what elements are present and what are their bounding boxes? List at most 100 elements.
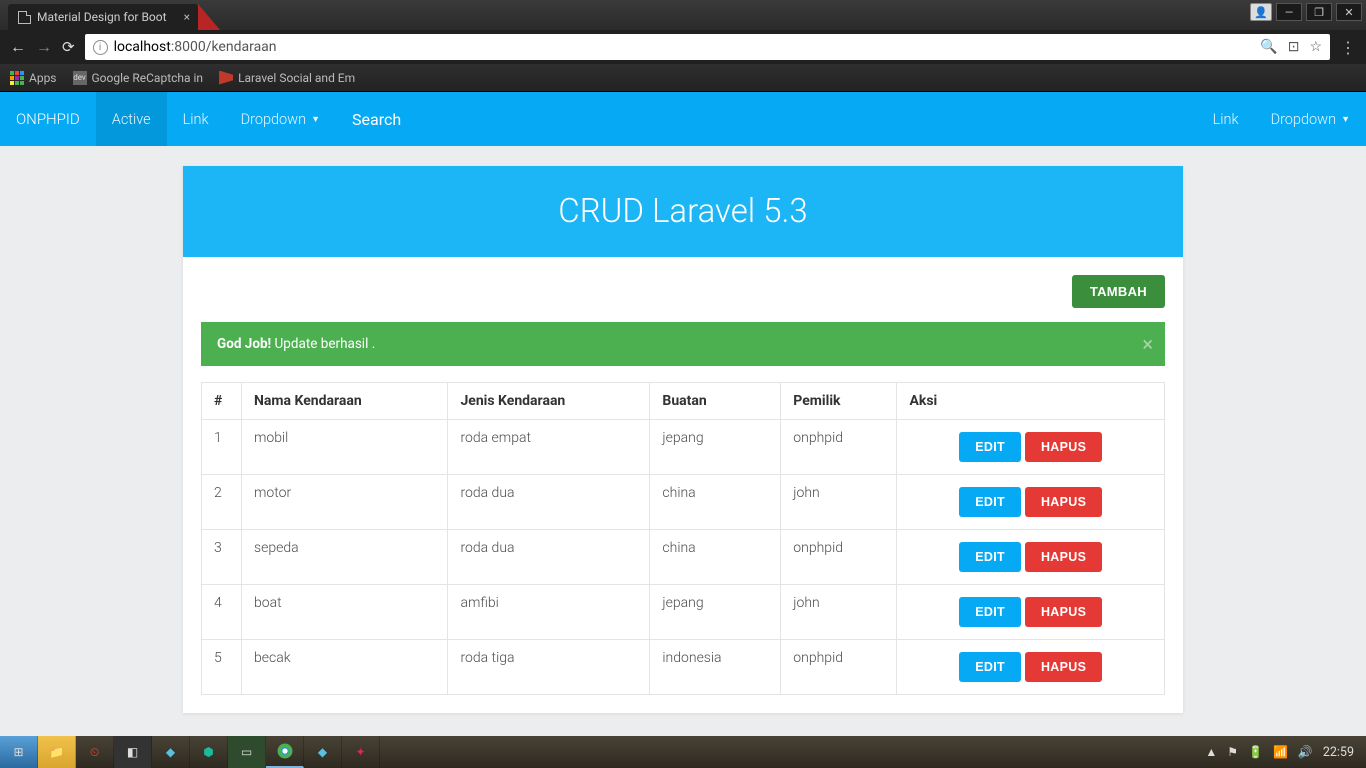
table-cell: 5 bbox=[202, 640, 242, 695]
table-cell: china bbox=[650, 530, 781, 585]
close-icon[interactable]: × bbox=[184, 10, 190, 24]
actions-cell: EDITHAPUS bbox=[897, 640, 1165, 695]
table-cell: onphpid bbox=[781, 420, 897, 475]
tray-chevron-up-icon[interactable]: ▲ bbox=[1205, 745, 1217, 759]
taskbar-app[interactable]: ◆ bbox=[152, 736, 190, 768]
actions-cell: EDITHAPUS bbox=[897, 585, 1165, 640]
new-tab-button[interactable] bbox=[198, 4, 220, 30]
column-header: Aksi bbox=[897, 383, 1165, 420]
apps-label: Apps bbox=[29, 71, 57, 85]
nav-dropdown[interactable]: Dropdown ▼ bbox=[225, 92, 336, 146]
edit-button[interactable]: EDIT bbox=[959, 542, 1021, 572]
actions-cell: EDITHAPUS bbox=[897, 420, 1165, 475]
table-cell: onphpid bbox=[781, 640, 897, 695]
table-cell: china bbox=[650, 475, 781, 530]
table-cell: 4 bbox=[202, 585, 242, 640]
tray-flag-icon[interactable]: ⚑ bbox=[1227, 745, 1238, 759]
bookmark-label: Google ReCaptcha in bbox=[92, 71, 204, 85]
table-cell: amfibi bbox=[448, 585, 650, 640]
table-cell: roda dua bbox=[448, 475, 650, 530]
taskbar-app[interactable]: ⬢ bbox=[190, 736, 228, 768]
system-tray: ▲ ⚑ 🔋 📶 🔊 22:59 bbox=[1193, 745, 1366, 760]
forward-button: → bbox=[36, 37, 52, 57]
minimize-button[interactable]: — bbox=[1276, 3, 1302, 21]
table-cell: roda tiga bbox=[448, 640, 650, 695]
table-cell: jepang bbox=[650, 585, 781, 640]
table-cell: 2 bbox=[202, 475, 242, 530]
taskbar-explorer[interactable]: 📁 bbox=[38, 736, 76, 768]
table-row: 3sepedaroda duachinaonphpidEDITHAPUS bbox=[202, 530, 1165, 585]
reload-button[interactable]: ⟳ bbox=[62, 38, 75, 56]
nav-search[interactable]: Search bbox=[336, 110, 417, 129]
nav-dropdown-right[interactable]: Dropdown ▼ bbox=[1255, 92, 1366, 146]
apps-button[interactable]: Apps bbox=[10, 71, 57, 85]
delete-button[interactable]: HAPUS bbox=[1025, 597, 1102, 627]
profile-button[interactable]: 👤 bbox=[1250, 3, 1272, 21]
edit-button[interactable]: EDIT bbox=[959, 432, 1021, 462]
page-viewport: ONPHPID Active Link Dropdown ▼ Search Lin… bbox=[0, 92, 1366, 736]
table-cell: becak bbox=[242, 640, 448, 695]
chevron-down-icon: ▼ bbox=[1341, 114, 1350, 125]
taskbar-chrome[interactable] bbox=[266, 736, 304, 768]
bookmark-label: Laravel Social and Em bbox=[238, 71, 355, 85]
table-cell: roda empat bbox=[448, 420, 650, 475]
page-title: CRUD Laravel 5.3 bbox=[183, 166, 1183, 257]
edit-button[interactable]: EDIT bbox=[959, 487, 1021, 517]
browser-toolbar: ← → ⟳ i localhost:8000/kendaraan 🔍 ⊡ ☆ ⋮ bbox=[0, 30, 1366, 64]
chevron-down-icon: ▼ bbox=[311, 114, 320, 125]
browser-tab[interactable]: Material Design for Boot × bbox=[8, 4, 198, 30]
window-controls: 👤 — ❐ ✕ bbox=[1250, 3, 1362, 21]
delete-button[interactable]: HAPUS bbox=[1025, 542, 1102, 572]
delete-button[interactable]: HAPUS bbox=[1025, 432, 1102, 462]
tray-volume-icon[interactable]: 🔊 bbox=[1298, 745, 1313, 759]
add-button[interactable]: TAMBAH bbox=[1072, 275, 1165, 308]
bookmark-item[interactable]: Laravel Social and Em bbox=[219, 71, 355, 85]
taskbar-app[interactable]: ▭ bbox=[228, 736, 266, 768]
table-cell: roda dua bbox=[448, 530, 650, 585]
table-row: 4boatamfibijepangjohnEDITHAPUS bbox=[202, 585, 1165, 640]
delete-button[interactable]: HAPUS bbox=[1025, 487, 1102, 517]
app-navbar: ONPHPID Active Link Dropdown ▼ Search Lin… bbox=[0, 92, 1366, 146]
delete-button[interactable]: HAPUS bbox=[1025, 652, 1102, 682]
start-button[interactable]: ⊞ bbox=[0, 736, 38, 768]
url-path: :8000/kendaraan bbox=[171, 39, 277, 55]
tray-wifi-icon[interactable]: 📶 bbox=[1273, 745, 1288, 759]
close-window-button[interactable]: ✕ bbox=[1336, 3, 1362, 21]
nav-dropdown-right-label: Dropdown bbox=[1271, 111, 1337, 128]
alert-strong: God Job! bbox=[217, 336, 271, 352]
edit-button[interactable]: EDIT bbox=[959, 652, 1021, 682]
edit-button[interactable]: EDIT bbox=[959, 597, 1021, 627]
nav-active[interactable]: Active bbox=[96, 92, 167, 146]
address-bar[interactable]: i localhost:8000/kendaraan 🔍 ⊡ ☆ bbox=[85, 34, 1330, 60]
maximize-button[interactable]: ❐ bbox=[1306, 3, 1332, 21]
nav-dropdown-label: Dropdown bbox=[241, 111, 307, 128]
zoom-icon[interactable]: 🔍 bbox=[1260, 39, 1277, 55]
nav-link[interactable]: Link bbox=[167, 92, 225, 146]
browser-tabstrip: Material Design for Boot × 👤 — ❐ ✕ bbox=[0, 0, 1366, 30]
table-cell: motor bbox=[242, 475, 448, 530]
taskbar-app[interactable]: ✦ bbox=[342, 736, 380, 768]
browser-menu-icon[interactable]: ⋮ bbox=[1340, 38, 1356, 57]
taskbar: ⊞ 📁 ⏲ ◧ ◆ ⬢ ▭ ◆ ✦ ▲ ⚑ 🔋 📶 🔊 22:59 bbox=[0, 736, 1366, 768]
taskbar-app[interactable]: ⏲ bbox=[76, 736, 114, 768]
column-header: Jenis Kendaraan bbox=[448, 383, 650, 420]
file-icon bbox=[18, 11, 31, 24]
nav-link-right[interactable]: Link bbox=[1197, 92, 1255, 146]
translate-icon[interactable]: ⊡ bbox=[1288, 39, 1300, 55]
brand[interactable]: ONPHPID bbox=[0, 110, 96, 128]
column-header: Buatan bbox=[650, 383, 781, 420]
url-host: localhost bbox=[114, 39, 171, 55]
taskbar-app[interactable]: ◆ bbox=[304, 736, 342, 768]
bookmark-star-icon[interactable]: ☆ bbox=[1309, 39, 1322, 55]
column-header: Nama Kendaraan bbox=[242, 383, 448, 420]
bookmark-item[interactable]: dev Google ReCaptcha in bbox=[73, 71, 204, 85]
tray-battery-icon[interactable]: 🔋 bbox=[1248, 745, 1263, 759]
taskbar-app[interactable]: ◧ bbox=[114, 736, 152, 768]
back-button[interactable]: ← bbox=[10, 37, 26, 57]
clock[interactable]: 22:59 bbox=[1323, 745, 1354, 760]
bookmark-icon: dev bbox=[73, 71, 87, 85]
bookmark-icon bbox=[219, 71, 233, 85]
site-info-icon[interactable]: i bbox=[93, 40, 108, 55]
table-cell: boat bbox=[242, 585, 448, 640]
alert-close-icon[interactable]: × bbox=[1142, 332, 1153, 356]
